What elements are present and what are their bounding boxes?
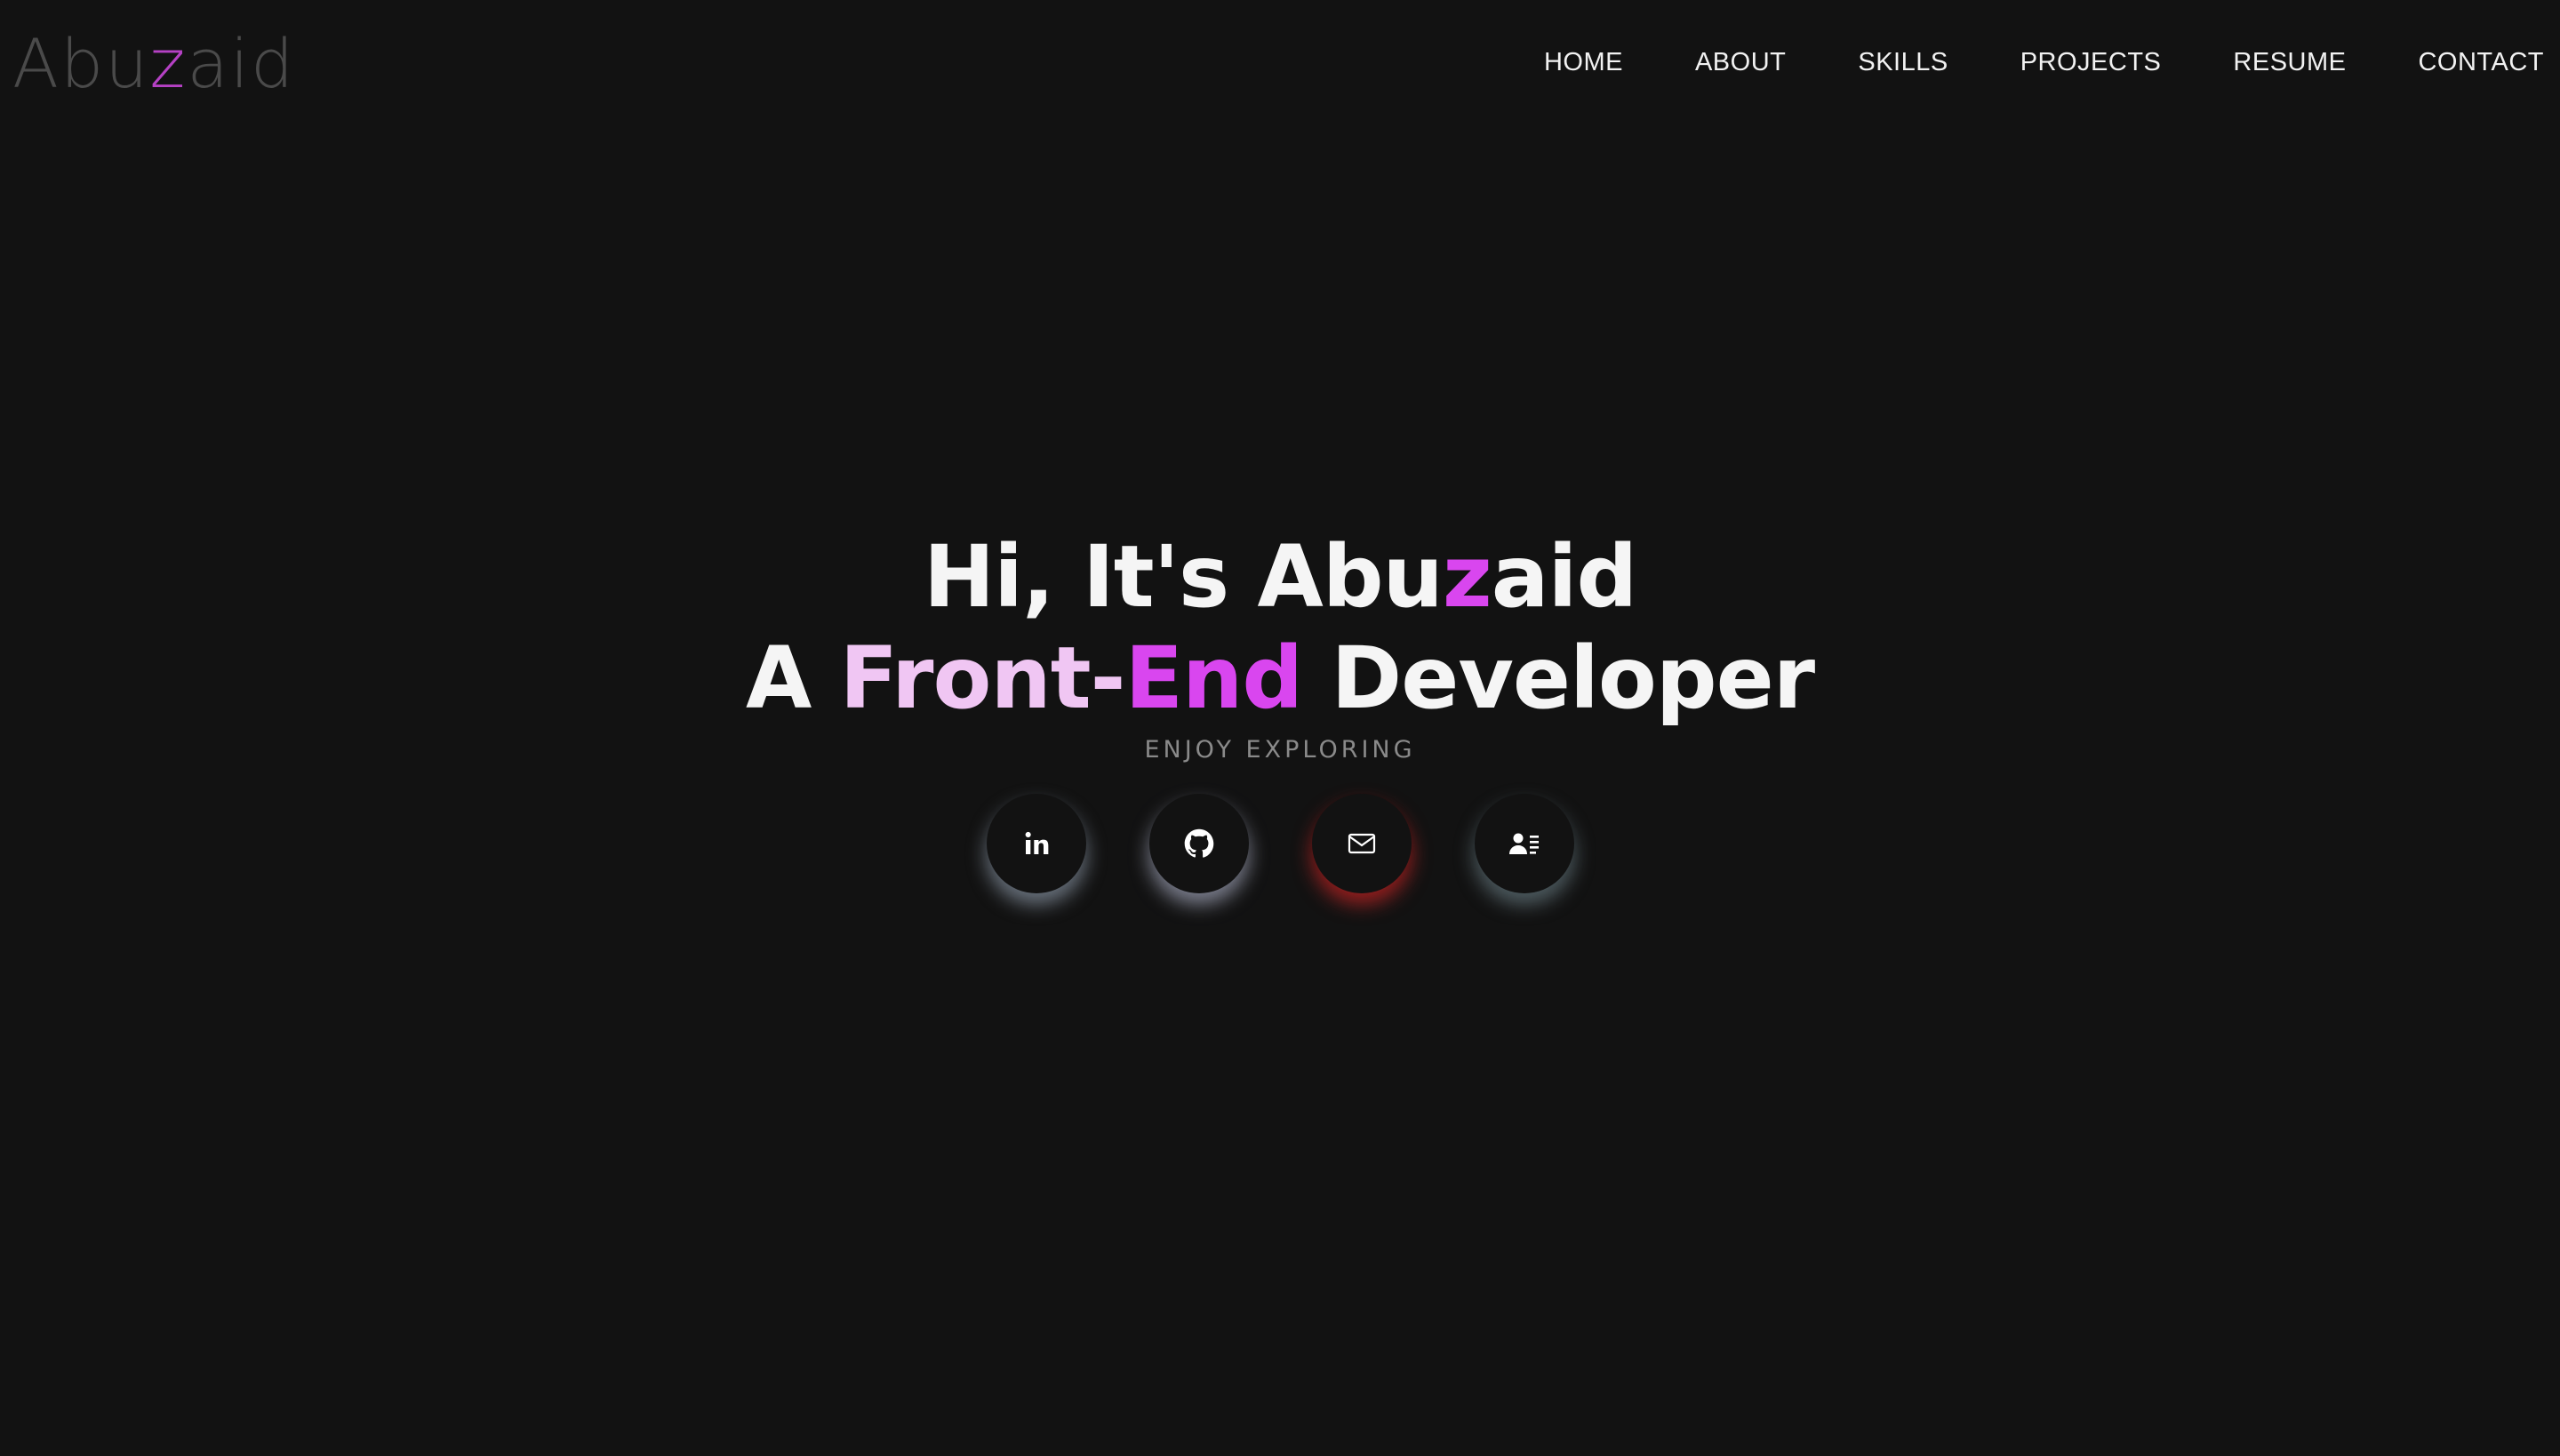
nav-resume[interactable]: RESUME	[2233, 50, 2346, 76]
hero-greeting-prefix: Hi, It's Abu	[923, 527, 1444, 627]
hero-section: Hi, It's Abuzaid A Front-End Developer E…	[0, 526, 2560, 764]
nav-projects[interactable]: PROJECTS	[2020, 50, 2162, 76]
page: Abuzaid HOME ABOUT SKILLS PROJECTS RESUM…	[0, 0, 2560, 1456]
logo-suffix: aid	[187, 24, 296, 103]
github-button[interactable]	[1148, 794, 1249, 893]
social-links	[0, 794, 2560, 893]
linkedin-button[interactable]	[986, 794, 1086, 893]
logo-prefix: Abu	[12, 24, 150, 103]
mail-icon	[1348, 833, 1376, 854]
hero-role-end: End	[1124, 628, 1303, 728]
nav-skills[interactable]: SKILLS	[1858, 50, 1948, 76]
mail-button[interactable]	[1311, 794, 1412, 893]
hero-subtitle: ENJOY EXPLORING	[1144, 736, 1416, 764]
logo[interactable]: Abuzaid	[12, 30, 295, 98]
hero-role-front: Front-	[839, 628, 1126, 728]
logo-accent: z	[149, 24, 188, 103]
nav-contact[interactable]: CONTACT	[2418, 50, 2544, 76]
nav-about[interactable]: ABOUT	[1695, 50, 1786, 76]
resume-icon	[1508, 831, 1540, 856]
linkedin-icon	[1022, 829, 1051, 858]
main-nav: HOME ABOUT SKILLS PROJECTS RESUME CONTAC…	[1544, 50, 2544, 76]
resume-button[interactable]	[1474, 794, 1574, 893]
hero-greeting-suffix: aid	[1491, 527, 1637, 627]
hero-greeting: Hi, It's Abuzaid	[923, 527, 1637, 627]
hero-role: A Front-End Developer	[745, 628, 1816, 728]
nav-home[interactable]: HOME	[1544, 50, 1623, 76]
github-icon	[1184, 828, 1214, 859]
hero-role-suffix: Developer	[1302, 628, 1816, 728]
hero-greeting-accent: z	[1442, 527, 1492, 627]
hero-heading: Hi, It's Abuzaid A Front-End Developer	[0, 526, 2560, 729]
hero-role-prefix: A	[745, 628, 840, 728]
